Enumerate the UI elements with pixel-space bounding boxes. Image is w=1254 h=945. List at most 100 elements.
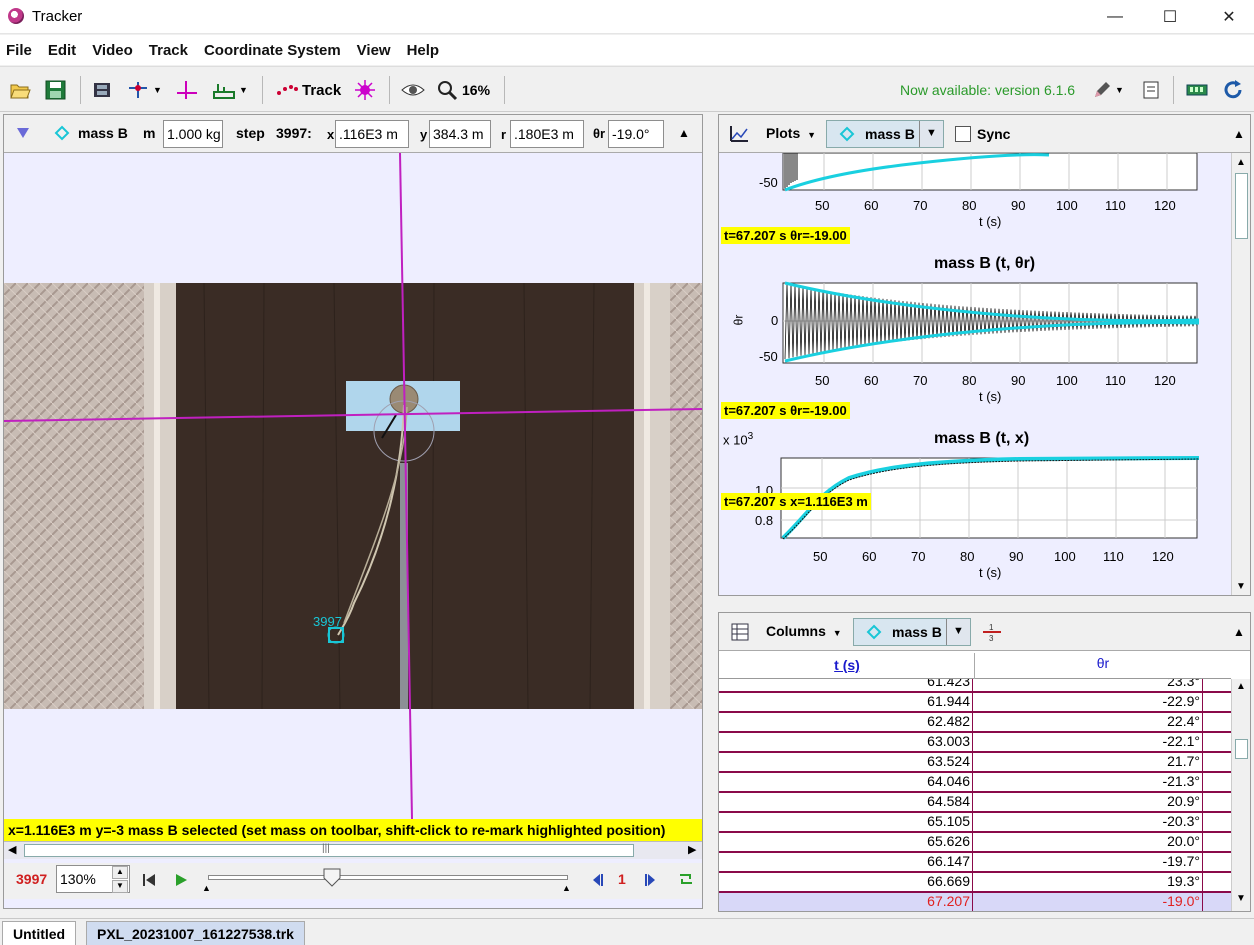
plot-graph-icon	[730, 126, 748, 142]
open-folder-icon[interactable]	[9, 79, 31, 101]
x-tick: 60	[864, 198, 879, 213]
end-marker-icon[interactable]: ▲	[562, 883, 571, 893]
zoom-down-icon[interactable]: ▼	[112, 880, 128, 893]
table-row[interactable]: 63.524 21.7°	[719, 753, 1231, 773]
table-row[interactable]: 61.423 23.3°	[719, 679, 1231, 693]
plot2-title: mass B (t, θr)	[934, 255, 1036, 272]
plot-track-name: mass B	[865, 126, 915, 142]
menu-help[interactable]: Help	[407, 42, 440, 59]
plots-vertical-scrollbar[interactable]: ▲ ▼	[1231, 153, 1250, 595]
theta-field[interactable]: -19.0°	[608, 120, 664, 148]
table-vertical-scrollbar[interactable]: ▲ ▼	[1231, 679, 1250, 911]
close-button[interactable]: ✕	[1206, 0, 1252, 34]
video-panel: mass B m 1.000 kg step 3997: x .116E3 m …	[3, 114, 703, 909]
plot-track-selector[interactable]: mass B ▼	[826, 120, 944, 148]
coordinate-axes[interactable]	[4, 153, 702, 819]
columns-button-label: Columns	[766, 623, 826, 639]
theta-label: θr	[593, 126, 606, 141]
window-title: Tracker	[32, 8, 83, 25]
loop-icon[interactable]	[678, 871, 694, 887]
table-row[interactable]: 66.669 19.3°	[719, 873, 1231, 893]
zoom-spinner-value[interactable]: 130%	[60, 871, 96, 887]
table-row[interactable]: 62.482 22.4°	[719, 713, 1231, 733]
cell-time: 63.003	[719, 733, 973, 751]
table-row[interactable]: 65.626 20.0°	[719, 833, 1231, 853]
menu-video[interactable]: Video	[92, 42, 133, 59]
menu-file[interactable]: File	[6, 42, 32, 59]
plot1-x-label: t (s)	[979, 214, 1002, 229]
table-row[interactable]: 66.147 -19.7°	[719, 853, 1231, 873]
column-header-time[interactable]: t (s)	[719, 657, 975, 673]
scroll-thumb[interactable]	[1235, 173, 1248, 239]
menu-edit[interactable]: Edit	[48, 42, 76, 59]
menu-track[interactable]: Track	[149, 42, 188, 59]
triangle-menu-icon[interactable]	[16, 127, 30, 139]
table-track-dropdown-icon[interactable]: ▼	[946, 619, 970, 645]
mass-field[interactable]: 1.000 kg	[163, 120, 223, 148]
autotracker-icon[interactable]	[354, 79, 376, 101]
step-size[interactable]: 1	[618, 871, 626, 887]
scroll-thumb[interactable]	[1235, 739, 1248, 759]
menu-coordinate-system[interactable]: Coordinate System	[204, 42, 341, 59]
step-back-icon[interactable]	[590, 873, 604, 887]
tab-untitled[interactable]: Untitled	[2, 921, 77, 945]
maximize-button[interactable]: ☐	[1147, 0, 1193, 34]
table-row[interactable]: 64.046 -21.3°	[719, 773, 1231, 793]
table-row[interactable]: 63.003 -22.1°	[719, 733, 1231, 753]
tab-trk-file[interactable]: PXL_20231007_161227538.trk	[86, 921, 305, 945]
zoom-button[interactable]: 16%	[436, 79, 490, 101]
update-notice[interactable]: Now available: version 6.1.6	[900, 79, 1075, 101]
play-icon[interactable]	[174, 873, 188, 887]
memory-ram-icon[interactable]	[1186, 79, 1208, 101]
create-track-button[interactable]: Track	[276, 79, 341, 101]
collapse-table-icon[interactable]: ▲	[1233, 625, 1245, 639]
step-forward-icon[interactable]	[644, 873, 658, 887]
collapse-toolbar-icon[interactable]: ▲	[678, 126, 690, 140]
slider-thumb[interactable]	[322, 867, 342, 887]
number-format-icon[interactable]: 13	[981, 622, 1003, 642]
x-tick: 50	[813, 549, 828, 564]
table-panel: Columns ▼ mass B ▼ 13 ▲ t (s) θr 61.423 2…	[718, 612, 1251, 912]
status-message: x=1.116E3 m y=-3 mass B selected (set ma…	[4, 819, 702, 841]
frame-slider[interactable]	[208, 875, 568, 880]
start-marker-icon[interactable]: ▲	[202, 883, 211, 893]
x-tick: 80	[960, 549, 975, 564]
visibility-eye-icon[interactable]	[401, 79, 425, 101]
edit-pencil-icon[interactable]: ▼	[1092, 79, 1124, 101]
coordinate-axes-icon[interactable]	[176, 79, 198, 101]
table-row[interactable]: 61.944 -22.9°	[719, 693, 1231, 713]
plots-area[interactable]: -50 50 60 70 80 90 100 110 120 t (s) t=6…	[719, 153, 1231, 595]
refresh-icon[interactable]	[1222, 79, 1244, 101]
table-row[interactable]: 65.105 -20.3°	[719, 813, 1231, 833]
minimize-button[interactable]: —	[1092, 0, 1138, 34]
sync-checkbox[interactable]	[955, 126, 971, 142]
menu-view[interactable]: View	[357, 42, 391, 59]
y-field[interactable]: 384.3 m	[429, 120, 491, 148]
plot3-x-label: t (s)	[979, 565, 1002, 580]
table-track-selector[interactable]: mass B ▼	[853, 618, 971, 646]
x-tick: 110	[1105, 198, 1126, 213]
plots-button-label: Plots	[766, 125, 801, 141]
notes-icon[interactable]	[1142, 79, 1160, 101]
x-field[interactable]: .116E3 m	[335, 120, 409, 148]
calibration-tools-icon[interactable]: ▼	[126, 79, 162, 101]
cell-time: 63.524	[719, 753, 973, 771]
frame-number[interactable]: 3997	[16, 871, 47, 887]
table-row[interactable]: 67.207 -19.0°	[719, 893, 1231, 911]
measuring-tools-icon[interactable]: ▼	[212, 79, 248, 101]
collapse-plot-icon[interactable]: ▲	[1233, 127, 1245, 141]
clip-settings-icon[interactable]	[92, 79, 112, 101]
plots-button[interactable]: Plots ▼	[766, 125, 816, 141]
save-icon[interactable]	[45, 79, 67, 101]
plot-track-dropdown-icon[interactable]: ▼	[919, 121, 943, 147]
cell-time: 62.482	[719, 713, 973, 731]
table-row[interactable]: 64.584 20.9°	[719, 793, 1231, 813]
x-tick: 120	[1154, 373, 1176, 388]
r-field[interactable]: .180E3 m	[510, 120, 584, 148]
zoom-up-icon[interactable]: ▲	[112, 866, 128, 879]
track-name[interactable]: mass B	[78, 125, 128, 141]
rewind-icon[interactable]	[142, 873, 156, 887]
video-horizontal-scrollbar[interactable]: ◀ ||| ▶	[4, 841, 702, 859]
columns-button[interactable]: Columns ▼	[766, 623, 842, 639]
column-header-theta[interactable]: θr	[975, 655, 1231, 671]
